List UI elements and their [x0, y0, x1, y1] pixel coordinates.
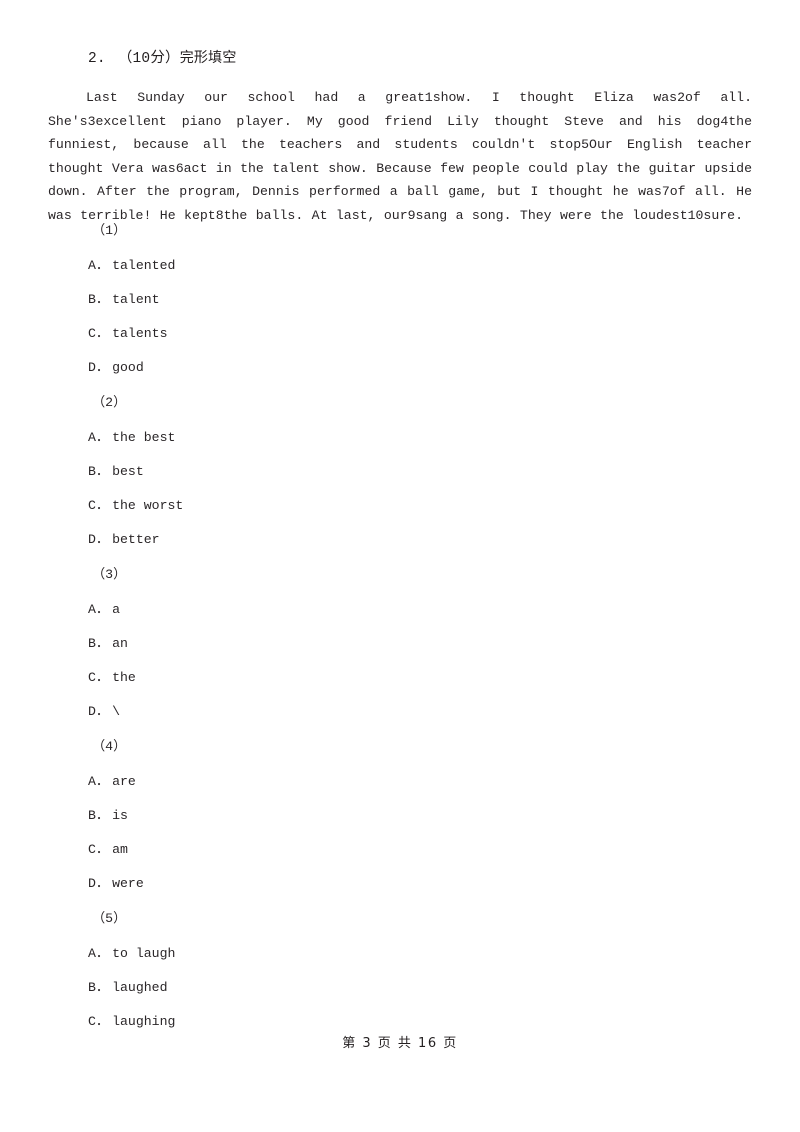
option-c[interactable]: C． talents [48, 324, 752, 358]
option-text: talented [112, 258, 176, 273]
option-text: a [112, 602, 121, 617]
option-key: A． [88, 258, 110, 273]
option-key: B． [88, 808, 110, 823]
option-key: B． [88, 464, 110, 479]
option-key: D． [88, 360, 110, 375]
option-d[interactable]: D． good [48, 358, 752, 392]
subquestion-3: （3） A． a B． an C． the D． \ [48, 565, 752, 736]
option-text: talent [112, 292, 160, 307]
subquestion-1: （1） A． talented B． talent C． talents D． good [48, 221, 752, 392]
page-footer: 第 3 页 共 16 页 [342, 1036, 458, 1051]
option-text: best [112, 464, 144, 479]
option-key: C． [88, 498, 110, 513]
option-a[interactable]: A． a [48, 600, 752, 634]
option-b[interactable]: B． talent [48, 290, 752, 324]
subquestion-2: （2） A． the best B． best C． the worst D． bett… [48, 393, 752, 564]
subquestion-label: （4） [92, 739, 127, 754]
option-c[interactable]: C． the [48, 668, 752, 702]
question-title: 完形填空 [179, 50, 237, 66]
option-text: are [112, 774, 136, 789]
option-a[interactable]: A． talented [48, 256, 752, 290]
option-text: am [112, 842, 128, 857]
option-text: an [112, 636, 128, 651]
option-key: C． [88, 842, 110, 857]
option-text: good [112, 360, 144, 375]
option-text: the worst [112, 498, 184, 513]
option-a[interactable]: A． are [48, 772, 752, 806]
option-text: talents [112, 326, 168, 341]
option-key: C． [88, 670, 110, 685]
option-c[interactable]: C． am [48, 840, 752, 874]
option-d[interactable]: D． were [48, 874, 752, 908]
option-text: to laugh [112, 946, 176, 961]
option-key: B． [88, 636, 110, 651]
option-key: C． [88, 1014, 110, 1029]
option-key: B． [88, 292, 110, 307]
option-text: is [112, 808, 128, 823]
option-key: A． [88, 946, 110, 961]
subquestion-label: （5） [92, 911, 127, 926]
option-b[interactable]: B． best [48, 462, 752, 496]
question-score: （10分） [117, 51, 180, 67]
option-a[interactable]: A． the best [48, 428, 752, 462]
option-d[interactable]: D． better [48, 530, 752, 564]
option-key: D． [88, 532, 110, 547]
option-b[interactable]: B． an [48, 634, 752, 668]
subquestion-label: （2） [92, 395, 127, 410]
subquestion-4: （4） A． are B． is C． am D． were [48, 737, 752, 908]
subquestion-label: （3） [92, 567, 127, 582]
option-key: A． [88, 430, 110, 445]
option-d[interactable]: D． \ [48, 702, 752, 736]
option-key: C． [88, 326, 110, 341]
subquestion-label: （1） [92, 223, 127, 238]
option-c[interactable]: C． the worst [48, 496, 752, 530]
option-text: laughing [112, 1014, 176, 1029]
document-page: 2. （10分）完形填空 Last Sunday our school had a… [0, 0, 800, 1132]
option-key: A． [88, 602, 110, 617]
option-text: the [112, 670, 136, 685]
option-key: D． [88, 704, 110, 719]
question-number: 2. [88, 51, 106, 67]
option-b[interactable]: B． laughed [48, 978, 752, 1012]
question-heading: 2. （10分）完形填空 [88, 47, 237, 70]
cloze-passage: Last Sunday our school had a great1show.… [48, 90, 752, 223]
option-key: D． [88, 876, 110, 891]
option-text: the best [112, 430, 176, 445]
option-key: B． [88, 980, 110, 995]
option-text: were [112, 876, 144, 891]
option-a[interactable]: A． to laugh [48, 944, 752, 978]
option-text: laughed [112, 980, 168, 995]
option-text: \ [112, 704, 121, 719]
option-text: better [112, 532, 160, 547]
option-b[interactable]: B． is [48, 806, 752, 840]
option-key: A． [88, 774, 110, 789]
subquestion-5: （5） A． to laugh B． laughed C． laughing [48, 909, 752, 1046]
